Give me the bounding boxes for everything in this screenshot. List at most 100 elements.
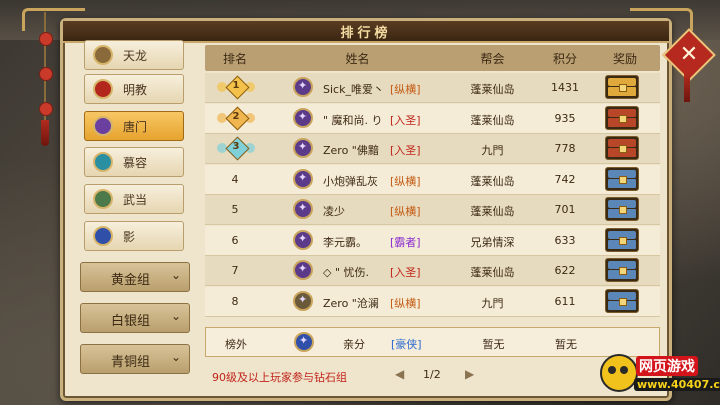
header-rank: 排名 xyxy=(222,52,247,66)
player-name: 小炮弹乱灰 xyxy=(323,174,378,188)
title-tag: [入圣] xyxy=(390,266,421,279)
school-tab-3[interactable]: 慕容 xyxy=(84,147,184,177)
rank-number: 3 xyxy=(232,141,240,152)
rank-number: 8 xyxy=(231,294,239,308)
title-tag: [纵横] xyxy=(390,296,421,310)
tangmen-emblem-icon xyxy=(93,116,113,136)
tianlong-emblem-icon xyxy=(93,45,113,65)
title-tag: [入圣] xyxy=(390,113,421,127)
rank-number: 2 xyxy=(232,110,240,122)
mascot-logo-icon xyxy=(600,354,638,392)
table-row: 8 Zero "沧澜 [纵横] 九門 611 xyxy=(205,286,660,317)
title-tag: [纵横] xyxy=(390,83,421,96)
table-row: 6 李元霸。 [霸者] 兄弟情深 633 xyxy=(205,225,660,256)
group-dropdown-1[interactable]: 白银组 ⌄ xyxy=(80,303,190,333)
ying-emblem-icon xyxy=(93,226,113,246)
reward-chest-icon[interactable] xyxy=(605,197,639,221)
school-tab-0[interactable]: 天龙 xyxy=(84,40,184,70)
self-guild: 暂无 xyxy=(482,338,505,351)
prev-page-button[interactable]: ◀ xyxy=(395,367,404,381)
self-avatar xyxy=(294,332,314,352)
title-tag: [纵横] xyxy=(390,205,421,218)
self-rank-row: 榜外 亲分 [豪侠] 暂无 暂无 xyxy=(205,327,660,357)
group-label: 青铜组 xyxy=(111,355,151,370)
guild-name: 九門 xyxy=(481,296,504,310)
guild-name: 蓬莱仙岛 xyxy=(470,113,515,127)
rank-number: 7 xyxy=(231,264,239,277)
self-score: 暂无 xyxy=(555,338,577,351)
chevron-down-icon: ⌄ xyxy=(171,350,182,364)
player-name: Sick_唯爱丶 xyxy=(323,83,384,96)
reward-chest-icon[interactable] xyxy=(605,258,639,282)
score: 701 xyxy=(554,203,576,216)
school-tab-label: 影 xyxy=(123,230,136,244)
table-header: 排名 姓名 帮会 积分 奖励 xyxy=(205,45,660,71)
school-tab-5[interactable]: 影 xyxy=(84,221,184,251)
reward-chest-icon[interactable] xyxy=(605,288,639,313)
reward-chest-icon[interactable] xyxy=(605,166,639,191)
reward-chest-icon[interactable] xyxy=(605,105,639,130)
rank-medal-icon: 3 xyxy=(217,136,255,161)
school-avatar-icon xyxy=(293,168,313,189)
title-tag: [入圣] xyxy=(390,144,421,157)
site-watermark: 网页游戏 www.40407.com xyxy=(600,352,720,402)
player-name: Zero "佛黯 xyxy=(323,144,379,157)
school-tab-2[interactable]: 唐门 xyxy=(84,111,184,141)
school-avatar-icon xyxy=(293,199,313,219)
title-tag: [纵横] xyxy=(390,174,421,188)
group-dropdown-2[interactable]: 青铜组 ⌄ xyxy=(80,344,190,374)
school-tab-4[interactable]: 武当 xyxy=(84,184,184,214)
school-avatar-icon xyxy=(293,290,313,311)
score: 778 xyxy=(554,142,576,155)
school-avatar-icon xyxy=(293,260,313,280)
group-dropdown-0[interactable]: 黄金组 ⌄ xyxy=(80,262,190,292)
school-avatar-icon xyxy=(293,229,313,250)
reward-chest-icon[interactable] xyxy=(605,75,639,99)
group-label: 黄金组 xyxy=(111,273,151,288)
header-reward: 奖励 xyxy=(612,52,637,66)
wudang-emblem-icon xyxy=(93,189,113,209)
watermark-url: www.40407.com xyxy=(634,378,720,391)
reward-chest-icon[interactable] xyxy=(605,136,639,160)
score: 935 xyxy=(554,111,576,125)
next-page-button[interactable]: ▶ xyxy=(465,367,474,381)
panel-title: 排行榜 xyxy=(340,26,392,41)
rank-number: 1 xyxy=(232,80,240,91)
score: 622 xyxy=(554,264,576,277)
group-label: 白银组 xyxy=(111,314,151,329)
table-row: 7 ◇ " 忧伤. [入圣] 蓬莱仙岛 622 xyxy=(205,256,660,286)
guild-name: 蓬莱仙岛 xyxy=(470,174,515,188)
table-row: 3 Zero "佛黯 [入圣] 九門 778 xyxy=(205,134,660,164)
player-name: 凌少 xyxy=(323,205,345,218)
rank-number: 4 xyxy=(231,172,239,186)
pager: ◀ 1/2 ▶ xyxy=(395,365,480,385)
header-score: 积分 xyxy=(552,52,577,66)
rank-medal-icon: 2 xyxy=(217,105,255,131)
chevron-down-icon: ⌄ xyxy=(171,268,182,282)
table-row: 4 小炮弹乱灰 [纵横] 蓬莱仙岛 742 xyxy=(205,164,660,195)
guild-name: 蓬莱仙岛 xyxy=(470,266,515,279)
school-tab-label: 慕容 xyxy=(123,156,148,170)
header-guild: 帮会 xyxy=(480,52,505,66)
player-name: ◇ " 忧伤. xyxy=(323,266,370,279)
title-tag: [霸者] xyxy=(390,235,421,249)
chevron-down-icon: ⌄ xyxy=(171,309,182,323)
school-tab-1[interactable]: 明教 xyxy=(84,74,184,104)
player-name: 李元霸。 xyxy=(323,235,367,249)
score: 742 xyxy=(554,172,576,186)
guild-name: 九門 xyxy=(481,144,504,157)
rank-number: 5 xyxy=(231,203,239,216)
reward-chest-icon[interactable] xyxy=(605,227,639,252)
header-name: 姓名 xyxy=(345,52,370,66)
rank-medal-icon: 1 xyxy=(217,75,255,100)
participation-hint: 90级及以上玩家参与钻石组 xyxy=(212,371,347,384)
player-name: Zero "沧澜 xyxy=(323,296,379,310)
murong-emblem-icon xyxy=(93,152,113,172)
table-row: 5 凌少 [纵横] 蓬莱仙岛 701 xyxy=(205,195,660,225)
school-tab-label: 天龙 xyxy=(123,49,148,63)
guild-name: 蓬莱仙岛 xyxy=(470,83,515,96)
guild-name: 兄弟情深 xyxy=(470,235,515,249)
mingjiao-emblem-icon xyxy=(93,79,113,99)
score: 633 xyxy=(554,233,576,247)
school-tab-label: 武当 xyxy=(123,193,148,207)
